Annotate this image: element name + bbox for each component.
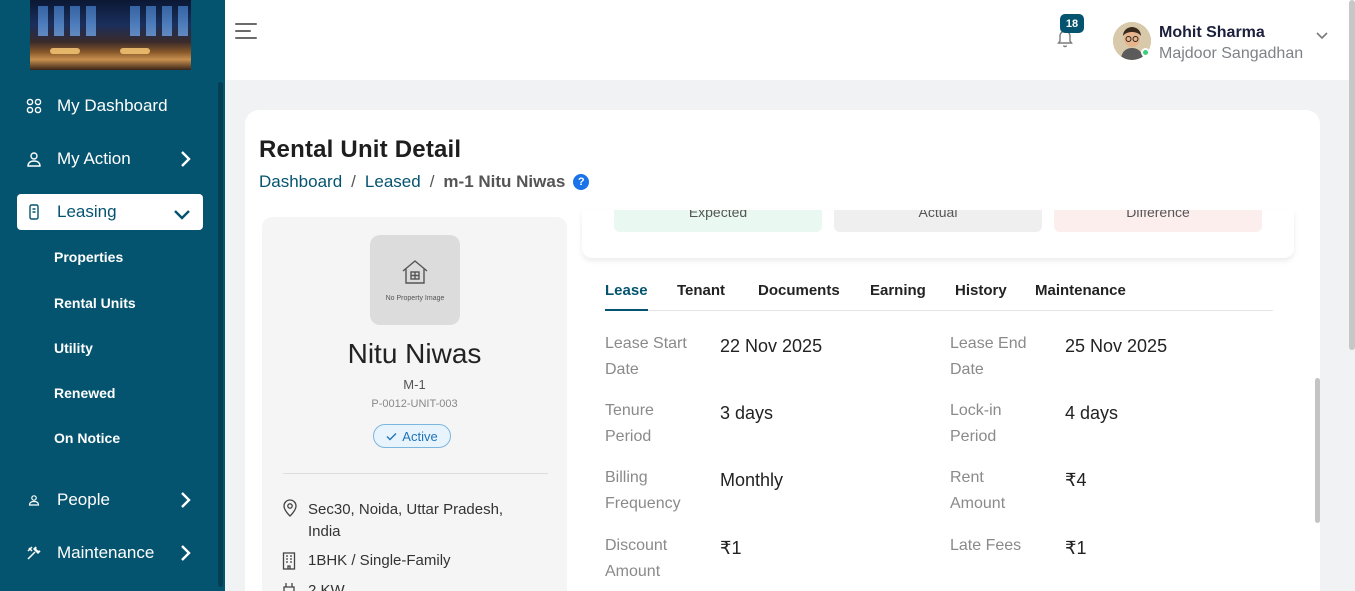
expected-label: Expected (688, 210, 748, 220)
late-fees-value: ₹1 (1065, 538, 1087, 558)
billing-frequency-label: Billing Frequency (605, 469, 681, 512)
tenure-value: 3 days (720, 403, 774, 423)
sidebar-scrollbar[interactable] (218, 82, 223, 587)
tools-icon (25, 544, 43, 562)
expected-box: Expected (614, 210, 822, 232)
breadcrumb-current: m-1 Nitu Niwas (443, 172, 566, 191)
menu-toggle-icon[interactable] (235, 21, 257, 41)
breadcrumb-leased[interactable]: Leased (365, 172, 421, 192)
property-power: 2 KW (282, 582, 345, 591)
chevron-right-icon (179, 544, 191, 567)
page-title: Rental Unit Detail (259, 136, 462, 163)
late-fees-label: Late Fees (950, 537, 1022, 554)
online-status-indicator (1141, 48, 1150, 57)
sidebar-sub-on-notice[interactable]: On Notice (54, 430, 120, 446)
page-scrollbar[interactable] (1349, 0, 1355, 350)
grid-icon (25, 97, 43, 115)
location-pin-icon (282, 499, 300, 543)
actual-box: Actual (834, 210, 1042, 232)
sidebar-item-label: My Dashboard (57, 96, 168, 115)
sidebar-item-my-action[interactable]: My Action (17, 141, 203, 177)
sidebar-sub-renewed[interactable]: Renewed (54, 385, 115, 401)
sidebar-sub-properties[interactable]: Properties (54, 249, 123, 265)
detail-tabs: Lease Tenant Documents Earning History M… (605, 280, 1273, 311)
property-type-text: 1BHK / Single-Family (308, 552, 451, 569)
discount-amount-value: ₹1 (720, 538, 742, 558)
house-icon (400, 258, 430, 291)
difference-label: Difference (1126, 210, 1190, 220)
chevron-down-icon[interactable] (1315, 28, 1329, 46)
property-name: Nitu Niwas (347, 338, 482, 369)
plug-icon (282, 582, 300, 591)
sidebar-sub-utility[interactable]: Utility (54, 340, 93, 356)
sidebar-item-label: People (57, 490, 110, 509)
chevron-right-icon (179, 150, 191, 173)
brand-logo-image (30, 0, 191, 70)
help-icon[interactable]: ? (573, 174, 590, 190)
property-summary-panel: No Property Image Nitu Niwas M-1 P-0012-… (262, 217, 567, 591)
actual-label: Actual (918, 210, 958, 220)
topbar: 18 Mohit Sharma Majdoor Sangadhan (225, 0, 1355, 80)
user-name: Mohit Sharma (1159, 24, 1265, 41)
detail-scrollbar[interactable] (1315, 378, 1320, 523)
property-image-caption: No Property Image (385, 295, 445, 302)
sidebar-item-label: My Action (57, 149, 131, 168)
tab-tenant[interactable]: Tenant (677, 282, 725, 299)
lease-end-label: Lease End Date (950, 335, 1027, 378)
sidebar-item-people[interactable]: People (17, 482, 203, 518)
sidebar-item-label: Maintenance (57, 543, 155, 562)
tab-history[interactable]: History (955, 282, 1007, 299)
tab-maintenance[interactable]: Maintenance (1035, 282, 1126, 299)
lease-start-label: Lease Start Date (605, 335, 687, 378)
tenure-label: Tenure Period (605, 402, 654, 445)
divider (283, 473, 548, 474)
lease-document-icon (25, 203, 43, 221)
sidebar-item-label: Leasing (57, 202, 117, 221)
rent-amount-label: Rent Amount (950, 469, 1006, 512)
billing-frequency-value: Monthly (720, 470, 784, 490)
lockin-label: Lock-in Period (950, 402, 1002, 445)
unit-code: P-0012-UNIT-003 (371, 398, 458, 410)
chevron-right-icon (179, 491, 191, 514)
address-text: Sec30, Noida, Uttar Pradesh, India (308, 501, 504, 540)
breadcrumb-dashboard[interactable]: Dashboard (259, 172, 342, 192)
sidebar-item-maintenance[interactable]: Maintenance (17, 535, 203, 571)
lease-start-value: 22 Nov 2025 (720, 336, 823, 356)
breadcrumb: Dashboard / Leased / m-1 Nitu Niwas ? (259, 172, 590, 192)
breadcrumb-separator: / (429, 172, 435, 191)
building-icon (282, 552, 300, 574)
property-image-placeholder: No Property Image (370, 235, 460, 325)
person-icon (25, 491, 43, 509)
user-organization: Majdoor Sangadhan (1159, 45, 1304, 62)
lockin-value: 4 days (1065, 403, 1119, 423)
status-label: Active (402, 428, 438, 444)
property-address: Sec30, Noida, Uttar Pradesh, India (282, 499, 547, 543)
power-text: 2 KW (308, 582, 345, 591)
difference-box: Difference (1054, 210, 1262, 232)
check-icon (386, 429, 397, 444)
tab-earning[interactable]: Earning (870, 282, 926, 299)
chevron-down-icon (173, 205, 191, 225)
discount-amount-label: Discount Amount (605, 537, 668, 580)
sidebar: My Dashboard My Action Leasing Propertie… (0, 0, 225, 591)
tab-lease[interactable]: Lease (605, 282, 648, 311)
sidebar-sub-rental-units[interactable]: Rental Units (54, 295, 136, 311)
lease-end-value: 25 Nov 2025 (1065, 336, 1168, 356)
property-type: 1BHK / Single-Family (282, 552, 451, 574)
rent-amount-value: ₹4 (1065, 470, 1087, 490)
rental-unit-detail-card: Rental Unit Detail Dashboard / Leased / … (245, 110, 1320, 591)
notification-count-badge: 18 (1060, 14, 1084, 33)
sidebar-item-dashboard[interactable]: My Dashboard (17, 88, 203, 124)
tab-documents[interactable]: Documents (758, 282, 840, 299)
sidebar-item-leasing[interactable]: Leasing (17, 194, 203, 230)
unit-number: M-1 (403, 377, 426, 392)
earnings-summary-card: Expected Actual Difference (582, 210, 1294, 258)
breadcrumb-separator: / (351, 172, 356, 191)
status-badge: Active (373, 424, 451, 448)
user-icon (25, 150, 43, 168)
